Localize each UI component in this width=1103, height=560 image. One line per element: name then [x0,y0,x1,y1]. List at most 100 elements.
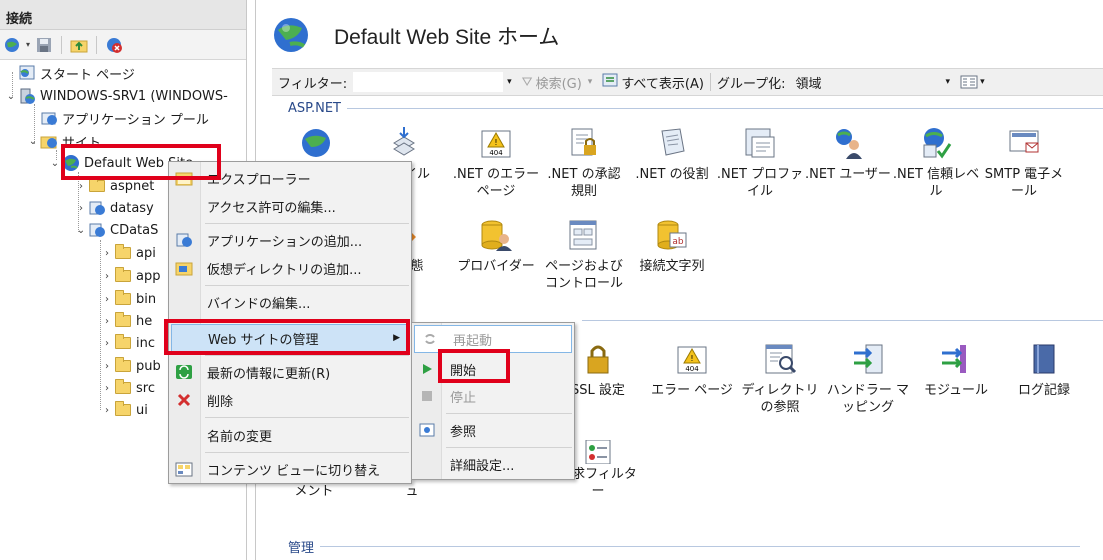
folder-icon [114,357,132,375]
view-toggle-icon[interactable]: ▾ [954,75,991,89]
feature-modules[interactable]: モジュール [912,340,1000,399]
tree-item-he[interactable]: › he [100,310,152,332]
tree-item-ui[interactable]: › ui [100,399,148,421]
chevron-down-icon[interactable]: ⌄ [48,158,62,169]
dropdown-arrow-icon[interactable]: ▾ [942,77,955,87]
menu-item-add-virtual-directory[interactable]: 仮想ディレクトリの追加... [169,254,411,282]
feature-net-trust-level[interactable]: .NET 信頼レベル [892,124,980,200]
chevron-down-icon[interactable]: ⌄ [74,225,88,236]
tree-item-src[interactable]: › src [100,377,155,399]
feature-net-authorization-rules[interactable]: .NET の承認 規則 [540,124,628,200]
tree-item-cdatas[interactable]: ⌄ CDataS [74,219,159,241]
dropdown-arrow-icon[interactable]: ▾ [588,77,597,87]
tree-label: app [136,268,161,284]
tree-item-app-pools[interactable]: アプリケーション プール [40,107,209,129]
submenu-item-advanced-settings[interactable]: 詳細設定... [412,450,574,478]
tree-item-sites[interactable]: ⌄ サイト [26,130,101,152]
search-button[interactable]: ⛛ 検索(G) [516,73,588,92]
explore-folder-icon [169,164,199,192]
svg-text:ab: ab [672,237,684,247]
add-virtual-directory-icon [169,254,199,282]
chevron-right-icon[interactable]: › [100,248,114,259]
feature-smtp-email[interactable]: SMTP 電子メール [980,124,1068,200]
feature-net-profile[interactable]: .NET プロファイル [716,124,804,200]
menu-item-refresh[interactable]: 最新の情報に更新(R) [169,358,411,386]
submenu-item-start[interactable]: 開始 [412,355,574,383]
feature-providers[interactable]: プロバイダー [452,216,540,275]
tree-label: aspnet [110,178,155,194]
filter-label: フィルター: [278,76,348,92]
tree-item-inc[interactable]: › inc [100,332,155,354]
tree-label: datasy [110,200,154,216]
submenu-item-restart[interactable]: 再起動 [414,325,572,353]
server-icon [18,87,36,105]
pages-controls-icon [564,216,604,254]
users-icon [828,124,868,162]
menu-item-rename[interactable]: 名前の変更 [169,421,411,449]
folder-icon [114,312,132,330]
refresh-icon [169,358,199,386]
folder-icon [114,267,132,285]
chevron-right-icon[interactable]: › [100,405,114,416]
tree-label: he [136,313,153,329]
dropdown-arrow-icon[interactable]: ▾ [26,40,30,49]
dropdown-arrow-icon[interactable]: ▾ [503,77,516,87]
feature-handler-mappings[interactable]: ハンドラー マッピング [824,340,912,416]
menu-item-switch-content-view[interactable]: コンテンツ ビューに切り替え [169,455,411,483]
tree-item-app[interactable]: › app [100,265,160,287]
svg-text:!: ! [690,354,693,363]
show-all-button[interactable]: すべて表示(A) [596,73,710,92]
feature-pages-and-controls[interactable]: ページおよびコントロール [540,216,628,292]
group-by-select[interactable]: 領域 [792,72,942,92]
chevron-right-icon[interactable]: › [74,181,88,192]
feature-net-roles[interactable]: .NET の役割 [628,124,716,183]
compilation-icon [384,124,424,162]
save-icon[interactable] [34,35,54,55]
menu-item-explore[interactable]: エクスプローラー [169,164,411,192]
connect-globe-icon[interactable] [2,35,22,55]
tree-item-bin[interactable]: › bin [100,288,156,310]
feature-error-pages[interactable]: ! 404 エラー ページ [648,340,736,399]
website-globe-icon [62,154,80,172]
feature-net-users[interactable]: .NET ユーザー [804,124,892,183]
chevron-right-icon[interactable]: › [100,383,114,394]
tree-label: スタート ページ [40,67,135,83]
submenu-item-browse[interactable]: 参照 [412,416,574,444]
feature-dotnet-globalization[interactable] [272,124,360,166]
chevron-right-icon[interactable]: › [100,338,114,349]
chevron-down-icon[interactable]: ⌄ [4,91,18,102]
chevron-right-icon[interactable]: › [100,361,114,372]
tree-label: inc [136,335,155,351]
tree-item-aspnet[interactable]: › aspnet [74,175,154,197]
menu-item-edit-bindings[interactable]: バインドの編集... [169,288,411,316]
handler-mappings-icon [848,340,888,378]
menu-item-add-application[interactable]: アプリケーションの追加... [169,226,411,254]
feature-directory-browsing[interactable]: ディレクトリの参照 [736,340,824,416]
chevron-down-icon[interactable]: ⌄ [26,136,40,147]
menu-item-edit-permissions[interactable]: アクセス許可の編集... [169,192,411,220]
tree-item-pub[interactable]: › pub [100,355,161,377]
feature-net-error-pages[interactable]: ! 404 .NET のエラー ページ [452,124,540,200]
lock-icon [578,340,618,378]
chevron-right-icon[interactable]: › [100,316,114,327]
chevron-right-icon[interactable]: › [100,271,114,282]
submenu-item-stop[interactable]: 停止 [412,382,574,410]
submenu-arrow-icon: ▶ [393,333,400,343]
chevron-right-icon[interactable]: › [74,203,88,214]
filter-input[interactable] [353,72,504,92]
folder-icon [114,379,132,397]
menu-item-delete[interactable]: 削除 [169,386,411,414]
tree-item-datasy[interactable]: › datasy [74,197,154,219]
tree-item-api[interactable]: › api [100,242,156,264]
chevron-right-icon[interactable]: › [100,294,114,305]
disconnect-icon[interactable] [104,35,124,55]
smtp-email-icon [1004,124,1044,162]
feature-logging[interactable]: ログ記録 [1000,340,1088,399]
connections-toolbar: ▾ [0,30,246,60]
start-page-icon [18,64,36,82]
tree-item-server[interactable]: ⌄ WINDOWS-SRV1 (WINDOWS- [4,85,228,107]
tree-item-start-page[interactable]: スタート ページ [18,62,135,84]
up-folder-icon[interactable] [69,35,89,55]
feature-connection-strings[interactable]: ab 接続文字列 [628,216,716,275]
menu-item-manage-website[interactable]: Web サイトの管理 ▶ [171,324,409,352]
